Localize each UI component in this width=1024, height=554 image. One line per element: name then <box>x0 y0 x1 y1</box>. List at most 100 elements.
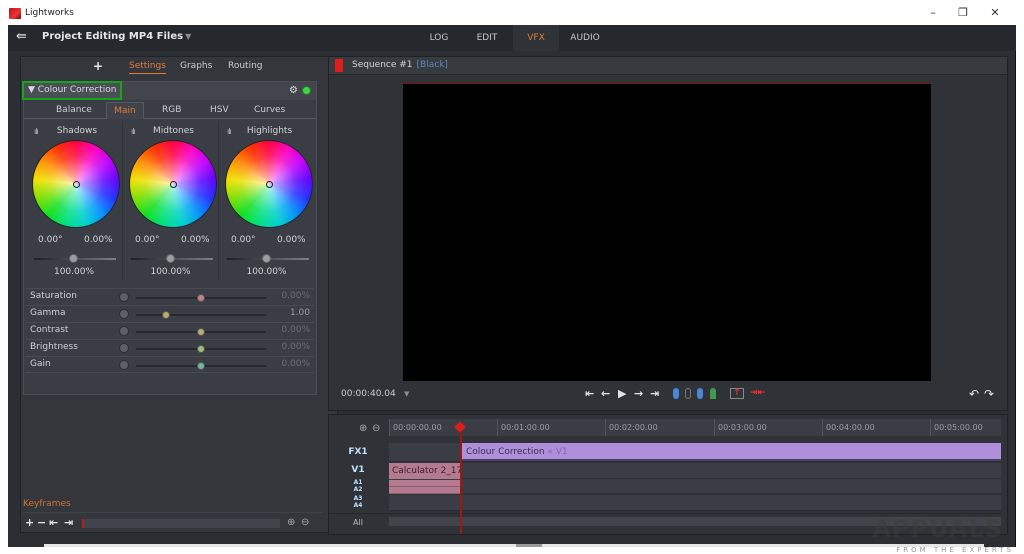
effect-enabled-toggle[interactable] <box>302 86 311 95</box>
slider-knob[interactable] <box>262 254 271 263</box>
audio-clip-a1[interactable] <box>389 480 461 487</box>
gain-slider[interactable] <box>136 362 266 370</box>
add-keyframe-button[interactable]: + <box>25 516 34 529</box>
slider-knob[interactable] <box>197 294 205 302</box>
tab-rgb[interactable]: RGB <box>162 105 181 115</box>
track-label-a2[interactable]: A2 <box>329 486 387 493</box>
scrollbar-thumb[interactable] <box>516 544 542 547</box>
exit-project-icon[interactable]: ⇚ <box>16 30 32 44</box>
highlights-level: 100.00% <box>246 267 287 277</box>
wheel-handle[interactable] <box>73 181 80 188</box>
mark-clip-icon[interactable] <box>685 388 691 399</box>
gamma-slider[interactable] <box>136 311 266 319</box>
slider-knob[interactable] <box>197 345 205 353</box>
tab-graphs[interactable]: Graphs <box>180 61 212 71</box>
undo-icon[interactable]: ↶ <box>969 387 979 401</box>
tab-edit[interactable]: EDIT <box>464 25 510 51</box>
playhead-line[interactable] <box>460 431 462 534</box>
reset-icon[interactable] <box>119 360 129 370</box>
highlights-level-slider[interactable] <box>227 254 309 263</box>
brightness-slider[interactable] <box>136 345 266 353</box>
cue-icon[interactable] <box>710 388 716 399</box>
tab-settings[interactable]: Settings <box>129 61 166 74</box>
reset-icon[interactable] <box>119 292 129 302</box>
track-label-a4[interactable]: A4 <box>329 502 387 509</box>
minimize-button[interactable]: – <box>918 5 948 21</box>
step-forward-icon[interactable]: → <box>634 387 643 400</box>
timecode-dropdown-icon[interactable]: ▼ <box>404 390 409 398</box>
zoom-in-icon[interactable]: ⊕ <box>287 517 295 528</box>
track-label-a1[interactable]: A1 <box>329 479 387 486</box>
next-keyframe-button[interactable]: ⇥ <box>64 516 73 529</box>
all-tracks-label[interactable]: All <box>329 518 387 527</box>
track-label-a3[interactable]: A3 <box>329 495 387 502</box>
project-title[interactable]: Project Editing MP4 Files ▼ <box>42 31 191 42</box>
contrast-slider[interactable] <box>136 328 266 336</box>
midtones-level-slider[interactable] <box>131 254 213 263</box>
track-label-v1[interactable]: V1 <box>329 465 387 475</box>
go-to-end-icon[interactable]: ⇥ <box>650 387 659 400</box>
tab-balance[interactable]: Balance <box>56 105 92 115</box>
reset-icon[interactable] <box>119 343 129 353</box>
play-icon[interactable]: ▶ <box>618 387 626 400</box>
timeline-ruler[interactable]: 00:00:00.00 00:01:00.00 00:02:00.00 00:0… <box>389 419 1001 436</box>
add-effect-button[interactable]: + <box>93 59 103 73</box>
slider-knob[interactable] <box>197 362 205 370</box>
video-preview[interactable] <box>403 83 931 381</box>
gamma-label: Gamma <box>30 308 66 318</box>
mark-in-icon[interactable] <box>673 388 679 399</box>
reset-icon[interactable] <box>119 309 129 319</box>
highlights-color-wheel[interactable] <box>225 140 313 228</box>
viewer-header: Sequence #1 [Black] <box>329 57 1007 75</box>
mark-out-icon[interactable] <box>697 388 703 399</box>
contrast-label: Contrast <box>30 325 69 335</box>
contrast-value: 0.00% <box>281 325 310 335</box>
v1-track[interactable] <box>389 463 1001 479</box>
brightness-row: Brightness 0.00% <box>26 339 314 356</box>
tab-audio[interactable]: AUDIO <box>561 25 609 51</box>
clip-source: « V1 <box>547 447 568 457</box>
lift-icon[interactable]: ↑ <box>730 388 744 399</box>
tab-routing[interactable]: Routing <box>228 61 263 71</box>
zoom-in-icon[interactable]: ⊕ <box>359 423 367 434</box>
slider-knob[interactable] <box>197 328 205 336</box>
divider <box>329 513 1001 514</box>
wheel-handle[interactable] <box>266 181 273 188</box>
close-button[interactable]: ✕ <box>980 5 1010 21</box>
redo-icon[interactable]: ↷ <box>984 387 994 401</box>
a1-a2-track[interactable] <box>389 479 1001 494</box>
remove-keyframe-button[interactable]: − <box>37 516 46 529</box>
shadows-level-slider[interactable] <box>34 254 116 263</box>
colour-correction-clip[interactable]: Colour Correction « V1 <box>462 443 1001 461</box>
zoom-out-icon[interactable]: ⊖ <box>372 423 380 434</box>
tab-main[interactable]: Main <box>106 102 144 119</box>
tab-curves[interactable]: Curves <box>254 105 285 115</box>
ruler-label: 00:00:00.00 <box>389 419 442 436</box>
slider-knob[interactable] <box>69 254 78 263</box>
track-label-fx1[interactable]: FX1 <box>329 447 387 457</box>
extract-icon[interactable]: ⇥⇤ <box>750 388 765 398</box>
keyframe-track[interactable] <box>82 519 280 528</box>
zoom-out-icon[interactable]: ⊖ <box>301 517 309 528</box>
step-back-icon[interactable]: ← <box>601 387 610 400</box>
slider-knob[interactable] <box>161 311 170 319</box>
reset-icon[interactable] <box>119 326 129 336</box>
shadows-color-wheel[interactable] <box>32 140 120 228</box>
effect-title-toggle[interactable]: ▼ Colour Correction <box>22 81 122 100</box>
go-to-start-icon[interactable]: ⇤ <box>585 387 594 400</box>
horizontal-scrollbar[interactable] <box>44 544 984 547</box>
midtones-color-wheel[interactable] <box>129 140 217 228</box>
tab-vfx[interactable]: VFX <box>513 25 559 51</box>
slider-knob[interactable] <box>166 254 175 263</box>
tab-log[interactable]: LOG <box>414 25 464 51</box>
a3-a4-track[interactable] <box>389 495 1001 511</box>
saturation-slider[interactable] <box>136 294 266 302</box>
wheel-handle[interactable] <box>170 181 177 188</box>
audio-clip-a2[interactable] <box>389 487 461 494</box>
tab-hsv[interactable]: HSV <box>210 105 229 115</box>
timecode[interactable]: 00:00:40.04 <box>341 389 396 399</box>
previous-keyframe-button[interactable]: ⇤ <box>49 516 58 529</box>
calculator-clip[interactable]: Calculator 2_17 <box>389 463 461 479</box>
gear-icon[interactable]: ⚙ <box>289 85 298 96</box>
restore-button[interactable]: ❐ <box>948 5 978 21</box>
